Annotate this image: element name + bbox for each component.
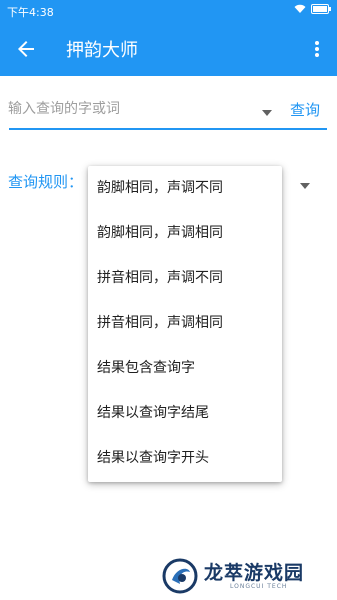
battery-icon: [311, 4, 331, 14]
menu-item[interactable]: 结果以查询字开头: [88, 436, 282, 481]
search-input[interactable]: [8, 94, 258, 124]
rule-dropdown-icon[interactable]: [300, 176, 310, 189]
wifi-icon: [294, 4, 306, 14]
rule-dropdown-menu: 韵脚相同，声调不同 韵脚相同，声调相同 拼音相同，声调不同 拼音相同，声调相同 …: [88, 166, 282, 482]
menu-item[interactable]: 拼音相同，声调不同: [88, 256, 282, 301]
menu-item[interactable]: 结果以查询字结尾: [88, 391, 282, 436]
menu-item[interactable]: 拼音相同，声调相同: [88, 301, 282, 346]
search-history-dropdown-icon[interactable]: [262, 103, 272, 116]
back-arrow-icon[interactable]: [14, 37, 38, 61]
rule-label: 查询规则：: [8, 173, 84, 191]
search-button[interactable]: 查询: [290, 99, 320, 120]
menu-item[interactable]: 韵脚相同，声调相同: [88, 211, 282, 256]
more-vert-icon[interactable]: [307, 37, 327, 61]
watermark-subtext: LONGCUI TECH: [230, 583, 288, 590]
menu-item[interactable]: 韵脚相同，声调不同: [88, 166, 282, 211]
app-title: 押韵大师: [66, 40, 138, 61]
status-bar: 下午4:38: [0, 0, 337, 22]
status-icons: [294, 4, 331, 14]
search-underline: [9, 128, 327, 130]
watermark: 龙萃游戏园 LONGCUI TECH: [160, 556, 330, 596]
watermark-text: 龙萃游戏园: [204, 562, 305, 584]
app-bar: 押韵大师: [0, 22, 337, 76]
search-row: 查询: [0, 90, 337, 130]
status-time: 下午4:38: [7, 6, 54, 19]
menu-item[interactable]: 结果包含查询字: [88, 346, 282, 391]
watermark-logo-icon: [160, 556, 200, 596]
